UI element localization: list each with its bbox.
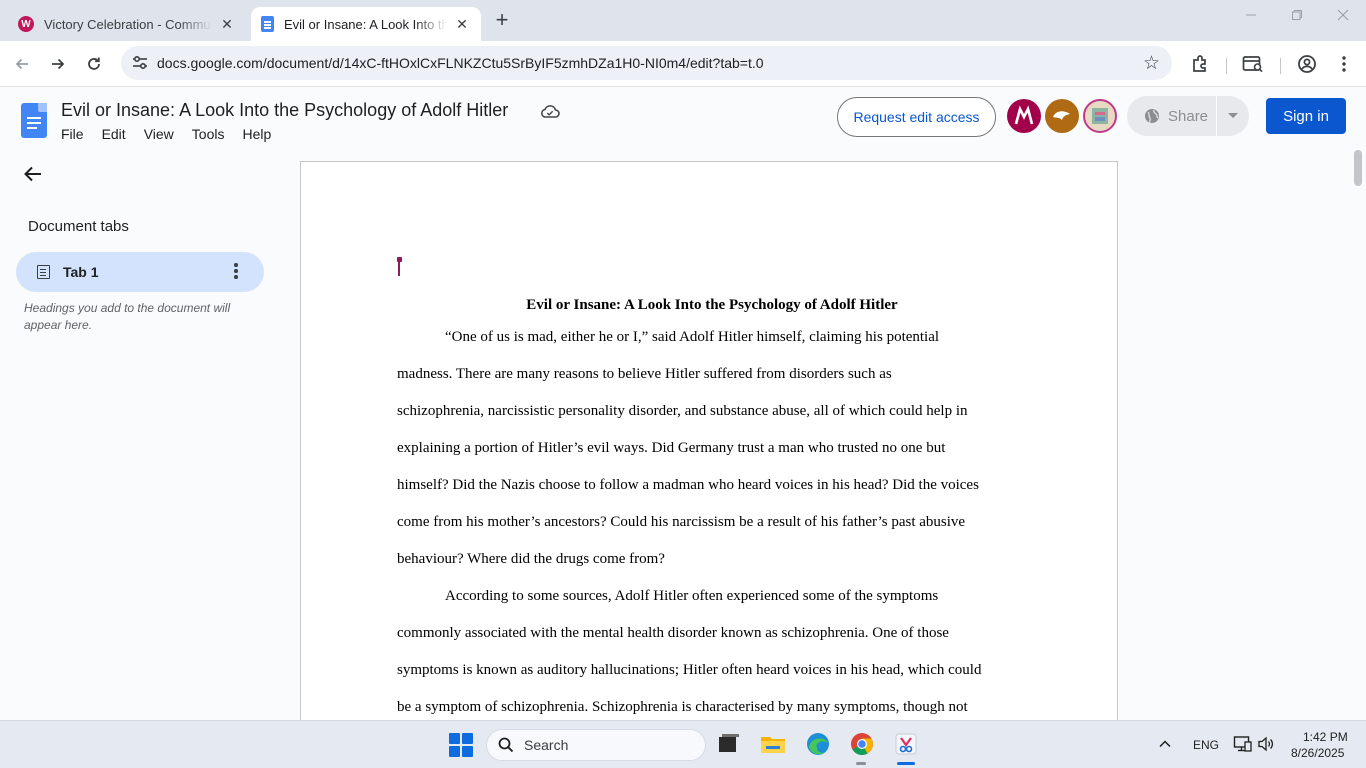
browser-tab-strip: W Victory Celebration - Community ✕ Evil… — [0, 0, 1366, 41]
share-button[interactable]: Share — [1127, 96, 1249, 136]
document-heading: Evil or Insane: A Look Into the Psycholo… — [526, 297, 898, 313]
tab-title: Victory Celebration - Community — [44, 16, 212, 32]
tab-search-icon[interactable] — [1241, 52, 1265, 76]
document-body[interactable]: Evil or Insane: A Look Into the Psycholo… — [397, 292, 1027, 720]
menu-help[interactable]: Help — [233, 124, 280, 144]
document-text-line: himself? Did the Nazis choose to follow … — [397, 477, 979, 493]
tab-title: Evil or Insane: A Look Into the Psycholo… — [284, 16, 447, 32]
google-docs-logo-icon[interactable] — [21, 103, 47, 138]
menu-tools[interactable]: Tools — [183, 124, 234, 144]
search-label: Search — [524, 737, 569, 753]
reload-icon[interactable] — [81, 51, 107, 77]
windows-taskbar: Search ENG 1:42 PM 8/26/2025 — [0, 720, 1366, 768]
request-edit-access-button[interactable]: Request edit access — [837, 97, 996, 137]
share-label: Share — [1168, 107, 1209, 125]
collaborator-avatar[interactable] — [1083, 99, 1117, 133]
browser-toolbar: docs.google.com/document/d/14xC-ftHOxlCx… — [0, 41, 1366, 87]
close-tab-icon[interactable]: ✕ — [453, 15, 471, 33]
menu-view[interactable]: View — [135, 124, 183, 144]
site-info-icon[interactable] — [131, 54, 149, 72]
document-text-line: come from his mother’s ancestors? Could … — [397, 514, 966, 530]
document-text-line: schizophrenia, narcissistic personality … — [397, 403, 968, 419]
document-text-line: explaining a portion of Hitler’s evil wa… — [397, 440, 946, 456]
chrome-browser-icon[interactable] — [849, 731, 875, 757]
toolbar-divider — [1226, 58, 1227, 74]
active-app-indicator — [897, 762, 915, 765]
document-title[interactable]: Evil or Insane: A Look Into the Psycholo… — [61, 100, 508, 121]
search-icon — [498, 737, 514, 753]
address-bar[interactable]: docs.google.com/document/d/14xC-ftHOxlCx… — [121, 46, 1172, 80]
share-dropdown-icon[interactable] — [1228, 113, 1238, 118]
clock-time[interactable]: 1:42 PM — [1303, 730, 1348, 744]
windows-start-icon[interactable] — [449, 733, 473, 757]
extensions-icon[interactable] — [1188, 52, 1212, 76]
browser-menu-icon[interactable] — [1332, 52, 1356, 76]
volume-icon[interactable] — [1257, 736, 1275, 752]
document-canvas[interactable]: Evil or Insane: A Look Into the Psycholo… — [0, 150, 1366, 720]
back-icon[interactable] — [9, 51, 35, 77]
menu-edit[interactable]: Edit — [93, 124, 135, 144]
collaborator-avatar[interactable] — [1045, 99, 1079, 133]
url-text: docs.google.com/document/d/14xC-ftHOxlCx… — [157, 55, 764, 71]
task-view-icon[interactable] — [716, 731, 742, 757]
show-hidden-icons-chevron-icon[interactable] — [1157, 736, 1173, 752]
running-indicator — [856, 762, 866, 765]
document-text-line: behaviour? Where did the drugs come from… — [397, 551, 665, 567]
menu-file[interactable]: File — [52, 124, 93, 144]
document-text-line: madness. There are many reasons to belie… — [397, 366, 892, 382]
vertical-scrollbar[interactable] — [1354, 150, 1362, 186]
google-docs-favicon-icon — [261, 16, 274, 32]
collaborator-cursor — [396, 257, 402, 276]
file-explorer-icon[interactable] — [760, 731, 786, 757]
document-text-line: symptoms is known as auditory hallucinat… — [397, 662, 982, 678]
docs-header: Evil or Insane: A Look Into the Psycholo… — [0, 88, 1366, 150]
docs-menubar: File Edit View Tools Help — [52, 124, 280, 144]
profile-icon[interactable] — [1295, 52, 1319, 76]
snipping-tool-icon[interactable] — [893, 731, 919, 757]
document-text-line: commonly associated with the mental heal… — [397, 625, 949, 641]
document-text-line: According to some sources, Adolf Hitler … — [445, 588, 939, 604]
network-icon[interactable] — [1233, 735, 1253, 753]
new-tab-button[interactable]: + — [490, 9, 514, 33]
taskbar-search[interactable]: Search — [486, 729, 706, 761]
browser-tab-victory-celebration[interactable]: W Victory Celebration - Community ✕ — [8, 7, 246, 41]
close-tab-icon[interactable]: ✕ — [218, 15, 236, 33]
edge-browser-icon[interactable] — [805, 731, 831, 757]
sign-in-button[interactable]: Sign in — [1266, 98, 1346, 134]
clock-date[interactable]: 8/26/2025 — [1291, 746, 1344, 760]
browser-tab-evil-or-insane[interactable]: Evil or Insane: A Look Into the Psycholo… — [251, 7, 481, 41]
restore-window-icon[interactable] — [1274, 8, 1320, 32]
minimize-window-icon[interactable] — [1228, 8, 1274, 32]
close-window-icon[interactable] — [1320, 8, 1366, 32]
bookmark-star-icon[interactable]: ☆ — [1143, 52, 1160, 75]
forward-icon[interactable] — [45, 51, 71, 77]
toolbar-divider — [1280, 58, 1281, 74]
cloud-saved-icon[interactable] — [540, 104, 560, 118]
globe-icon — [1145, 109, 1159, 123]
input-language[interactable]: ENG — [1193, 738, 1219, 752]
wattpad-favicon-icon: W — [18, 16, 34, 32]
collaborator-avatar[interactable] — [1007, 99, 1041, 133]
document-text-line: be a symptom of schizophrenia. Schizophr… — [397, 699, 968, 715]
document-text-line: “One of us is mad, either he or I,” said… — [445, 329, 940, 345]
document-page[interactable]: Evil or Insane: A Look Into the Psycholo… — [300, 161, 1118, 720]
